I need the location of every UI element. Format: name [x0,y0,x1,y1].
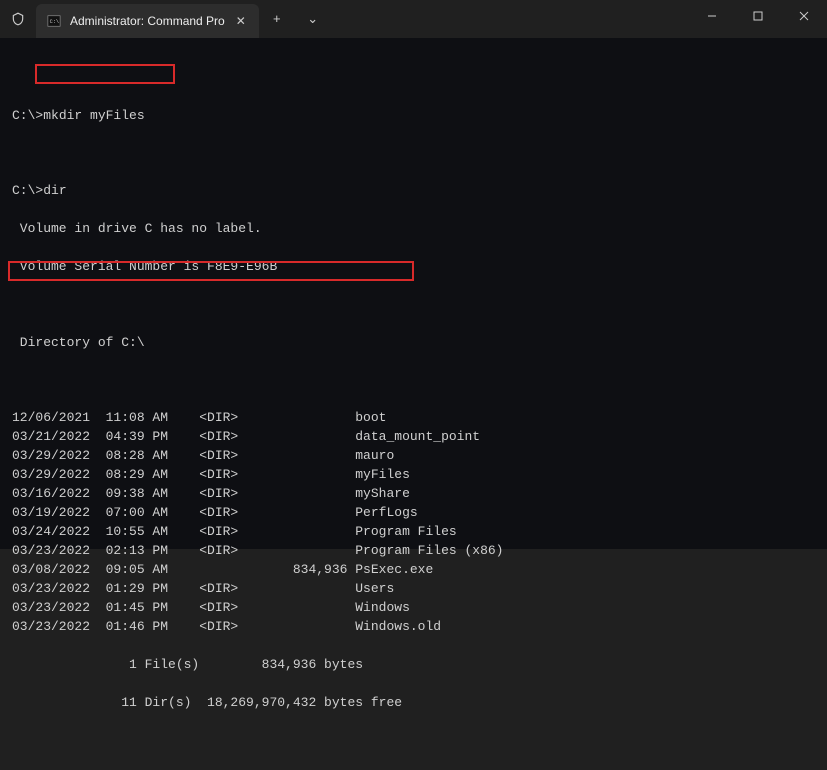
tab-active[interactable]: C:\ Administrator: Command Pro ✕ [36,4,259,38]
command-mkdir: mkdir myFiles [43,108,144,123]
volume-serial: Volume Serial Number is F8E9-E96B [12,258,827,277]
prompt: C:\> [12,183,43,198]
list-row: 03/24/2022 10:55 AM <DIR> Program Files [12,523,827,542]
svg-text:C:\: C:\ [50,19,59,25]
command-dir: dir [43,183,66,198]
admin-shield-icon [0,0,36,38]
list-row: 03/08/2022 09:05 AM 834,936 PsExec.exe [12,561,827,580]
list-row: 03/23/2022 01:29 PM <DIR> Users [12,580,827,599]
list-row: 12/06/2021 11:08 AM <DIR> boot [12,409,827,428]
list-row: 03/23/2022 01:46 PM <DIR> Windows.old [12,618,827,637]
dir-listing: 12/06/2021 11:08 AM <DIR> boot03/21/2022… [12,409,827,637]
summary-files: 1 File(s) 834,936 bytes [12,656,827,675]
tab-title: Administrator: Command Pro [70,14,225,28]
window-controls [689,0,827,32]
volume-label: Volume in drive C has no label. [12,220,827,239]
close-button[interactable] [781,0,827,32]
list-row: 03/29/2022 08:28 AM <DIR> mauro [12,447,827,466]
minimize-button[interactable] [689,0,735,32]
list-row: 03/16/2022 09:38 AM <DIR> myShare [12,485,827,504]
summary-dirs: 11 Dir(s) 18,269,970,432 bytes free [12,694,827,713]
titlebar: C:\ Administrator: Command Pro ✕ + ⌄ [0,0,827,38]
prompt: C:\> [12,108,43,123]
list-row: 03/23/2022 02:13 PM <DIR> Program Files … [12,542,827,561]
list-row: 03/19/2022 07:00 AM <DIR> PerfLogs [12,504,827,523]
list-row: 03/21/2022 04:39 PM <DIR> data_mount_poi… [12,428,827,447]
new-tab-button[interactable]: + [259,0,295,38]
cmd-icon: C:\ [46,13,62,29]
directory-of: Directory of C:\ [12,334,827,353]
list-row: 03/23/2022 01:45 PM <DIR> Windows [12,599,827,618]
tab-dropdown-button[interactable]: ⌄ [295,0,331,38]
tab-close-button[interactable]: ✕ [233,13,249,29]
terminal-output[interactable]: C:\>mkdir myFiles C:\>dir Volume in driv… [0,38,827,549]
list-row: 03/29/2022 08:29 AM <DIR> myFiles [12,466,827,485]
maximize-button[interactable] [735,0,781,32]
